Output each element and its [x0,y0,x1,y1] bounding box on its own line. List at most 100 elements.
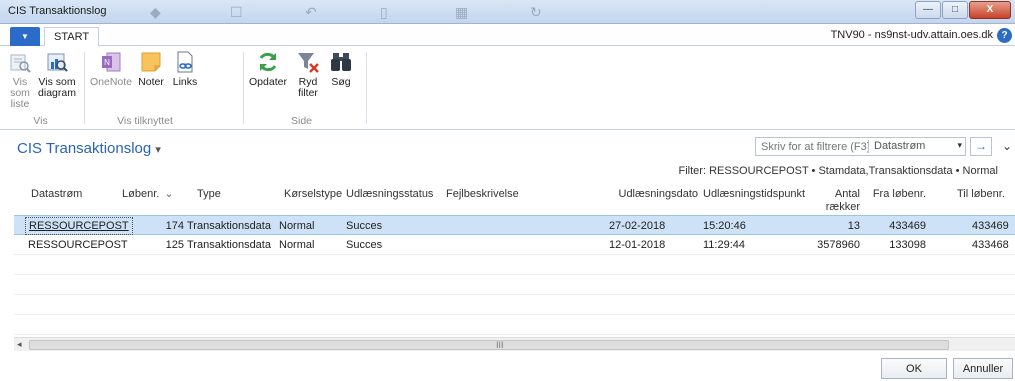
column-header-udlaesningstidspunkt[interactable]: Udlæsningstidspunkt [703,188,805,201]
column-header-til-lobenr[interactable]: Til løbenr. [957,188,1005,201]
cell-antal-raekker: 3578960 [817,239,860,251]
collapse-icon[interactable]: ⌄ [1002,139,1012,153]
noter-button[interactable]: Noter [135,50,167,88]
scroll-left-icon[interactable]: ◂ [17,339,22,350]
group-label-vis: Vis [33,115,48,127]
apply-filter-button[interactable]: → [970,137,992,156]
onenote-button[interactable]: N OneNote [89,50,133,88]
search-divider [868,140,869,153]
background-ghost-icon: ↻ [530,4,542,20]
cell-til-lobenr: 433469 [972,220,1009,232]
column-header-lobenr[interactable]: Løbenr. ⌄ [122,188,174,201]
scrollbar-thumb[interactable]: III [29,340,949,350]
ryd-filter-button[interactable]: Ryd filter [292,50,324,99]
links-button[interactable]: Links [170,50,200,88]
vis-som-diagram-button[interactable]: Vis som diagram [37,50,77,99]
ribbon-group-separator [243,52,244,124]
cell-antal-raekker: 13 [847,220,860,232]
cell-datastrom[interactable]: RESSOURCEPOST [25,217,133,235]
window-title: CIS Transaktionslog [8,5,107,17]
cell-udlaesningstidspunkt: 11:29:44 [703,239,746,251]
page-title-dropdown-icon: ▾ [155,144,161,156]
active-filter-text: Filter: RESSOURCEPOST • Stamdata,Transak… [678,165,998,177]
window-controls: — □ X [914,1,1011,19]
links-icon [177,51,193,73]
column-header-udlaesningsdato[interactable]: Udlæsningsdato [598,188,699,201]
annuller-button[interactable]: Annuller [953,358,1013,379]
column-header-lobenr-label: Løbenr. [122,188,160,200]
minimize-button[interactable]: — [915,1,941,19]
noter-label: Noter [138,76,164,88]
background-ghost-icon: ▦ [455,4,469,20]
column-header-fejlbeskrivelse[interactable]: Fejlbeskrivelse [446,188,519,201]
note-icon [141,52,161,72]
table-row[interactable]: RESSOURCEPOST 125 Transaktionsdata Norma… [14,235,1015,255]
empty-row [14,295,1015,315]
refresh-icon [259,52,277,72]
page-title[interactable]: CIS Transaktionslog ▾ [17,140,161,157]
ribbon-group-separator [84,52,85,124]
maximize-button[interactable]: □ [942,1,968,19]
empty-row [14,315,1015,335]
column-header-korselstype[interactable]: Kørselstype [284,188,342,201]
filter-search-box: Datastrøm ▾ [755,137,966,156]
cell-type: Transaktionsdata [187,220,271,232]
ribbon: Vis som liste Vis som diagram Vis N OneN… [0,46,1015,130]
ok-button[interactable]: OK [881,358,947,379]
horizontal-scrollbar[interactable]: ◂ III [14,337,1015,351]
sog-label: Søg [331,76,351,88]
cell-status: Succes [346,239,383,251]
ribbon-tabs: ▼ START TNV90 - ns9nst-udv.attain.oes.dk… [0,24,1015,47]
empty-row [14,275,1015,295]
cell-udlaesningsdato: 27-02-2018 [609,220,666,232]
table-row[interactable]: RESSOURCEPOST 174 Transaktionsdata Norma… [14,215,1015,235]
background-ghost-icon: ☐ [230,4,243,20]
clear-filter-icon [298,53,319,73]
cell-korselstype: Normal [279,220,315,232]
server-label: TNV90 - ns9nst-udv.attain.oes.dk [830,29,993,41]
column-header-type[interactable]: Type [197,188,221,201]
opdater-label: Opdater [249,76,287,88]
vis-som-diagram-label: Vis som diagram [38,76,76,99]
opdater-button[interactable]: Opdater [247,50,289,88]
column-header-datastrom[interactable]: Datastrøm [31,188,82,201]
cell-lobenr: 125 [165,239,184,251]
cell-udlaesningstidspunkt: 15:20:46 [703,220,746,232]
cell-status: Succes [346,220,383,232]
cell-fra-lobenr: 433469 [889,220,926,232]
binoculars-icon [331,53,351,71]
help-icon[interactable]: ? [997,28,1012,43]
filter-field-select[interactable]: Datastrøm [874,140,925,152]
filter-search-input[interactable] [756,138,868,155]
transaction-log-grid: Datastrøm Løbenr. ⌄ Type Kørselstype Udl… [14,182,1015,337]
onenote-icon: N [102,52,121,72]
cell-til-lobenr: 433468 [972,239,1009,251]
cell-datastrom[interactable]: RESSOURCEPOST [28,239,128,251]
cell-fra-lobenr: 133098 [889,239,926,251]
group-label-side: Side [290,115,312,127]
empty-row [14,255,1015,275]
scrollbar-grip: III [496,340,504,350]
page-title-text: CIS Transaktionslog [17,140,152,157]
cell-korselstype: Normal [279,239,315,251]
close-button[interactable]: X [969,1,1011,19]
group-label-vis-tilknyttet: Vis tilknyttet [117,115,173,127]
ryd-filter-label: Ryd filter [298,76,318,99]
cell-type: Transaktionsdata [187,239,271,251]
onenote-label: OneNote [89,76,133,88]
cell-lobenr: 174 [165,220,184,232]
background-ghost-icon: ◆ [150,4,161,20]
background-ghost-icon: ▯ [380,4,388,20]
window-title-bar: CIS Transaktionslog ◆ ☐ ↶ ▯ ▦ ↻ — □ X [0,0,1015,24]
column-header-udlaesningsstatus[interactable]: Udlæsningsstatus [346,188,433,201]
vis-som-liste-button[interactable]: Vis som liste [4,50,36,110]
sog-button[interactable]: Søg [326,50,356,88]
app-menu-button[interactable]: ▼ [10,27,40,46]
column-header-fra-lobenr[interactable]: Fra løbenr. [864,188,926,201]
links-label: Links [172,76,198,88]
tab-start[interactable]: START [44,27,100,47]
background-ghost-icon: ↶ [305,4,317,20]
svg-text:N: N [104,58,110,67]
chevron-down-icon[interactable]: ▾ [957,140,962,151]
sort-descending-icon: ⌄ [164,188,174,200]
